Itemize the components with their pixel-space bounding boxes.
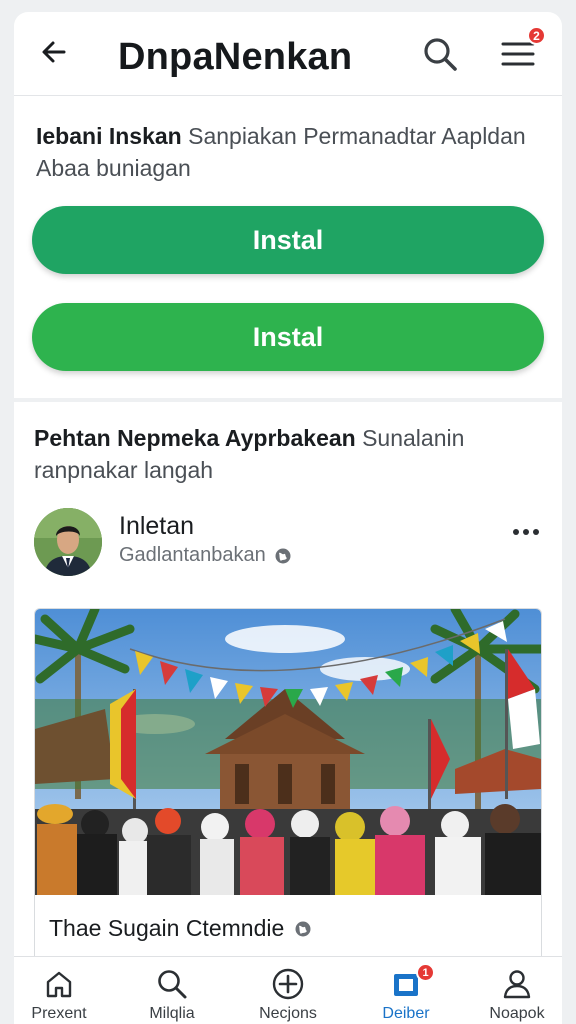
install-section: Iebani Inskan Sanpiakan Permanadtar Aapl… (14, 96, 562, 398)
hamburger-menu-icon (501, 42, 535, 66)
search-button[interactable] (418, 32, 462, 76)
post-photo (35, 609, 541, 895)
search-icon (155, 967, 189, 1001)
author-subtitle: Gadlantanbakan (119, 544, 292, 567)
post-media[interactable]: Thae Sugain Ctemndie (34, 608, 542, 958)
nav-item-home[interactable]: Prexent (4, 957, 114, 1024)
nav-label: Necjons (259, 1005, 317, 1022)
app-header: DnpaNenkan 2 (14, 12, 562, 96)
more-dot-icon (533, 529, 539, 535)
nav-item-search[interactable]: Milqlia (117, 957, 227, 1024)
arrow-left-icon (42, 41, 66, 63)
menu-button[interactable]: 2 (496, 26, 546, 76)
nav-label: Milqlia (149, 1005, 195, 1022)
install-button-primary[interactable]: Instal (32, 206, 544, 274)
install-description: Iebani Inskan Sanpiakan Permanadtar Aapl… (36, 120, 546, 184)
back-button[interactable] (36, 34, 72, 70)
nav-label: Prexent (31, 1005, 87, 1022)
bottom-navigation: Prexent Milqlia Necjons 1 Deiber Noapok (14, 956, 562, 1024)
nav-label: Noapok (489, 1005, 545, 1022)
post-lead: Pehtan Nepmeka Ayprbakean (34, 425, 356, 451)
post-section: Pehtan Nepmeka Ayprbakean Sunalanin ranp… (14, 402, 562, 958)
globe-icon (275, 548, 291, 563)
nav-item-pages[interactable]: 1 Deiber (351, 957, 461, 1024)
more-options-button[interactable] (508, 518, 544, 546)
more-dot-icon (523, 529, 529, 535)
nav-item-create[interactable]: Necjons (233, 957, 343, 1024)
photo-caption-text: Thae Sugain Ctemndie (49, 915, 285, 941)
post-description: Pehtan Nepmeka Ayprbakean Sunalanin ranp… (34, 422, 544, 486)
add-circle-icon (271, 967, 305, 1001)
home-icon (42, 967, 76, 1001)
nav-label: Deiber (382, 1005, 430, 1022)
photo-caption: Thae Sugain Ctemndie (49, 915, 312, 942)
author-subtitle-text: Gadlantanbakan (119, 544, 266, 566)
nav-item-profile[interactable]: Noapok (462, 957, 572, 1024)
search-icon (424, 38, 457, 71)
nav-badge: 1 (416, 963, 435, 982)
install-lead: Iebani Inskan (36, 123, 182, 149)
notification-badge: 2 (527, 26, 546, 45)
app-title: DnpaNenkan (118, 36, 353, 78)
more-dot-icon (513, 529, 519, 535)
install-button-secondary[interactable]: Instal (32, 303, 544, 371)
globe-icon (295, 921, 311, 936)
profile-icon (500, 967, 534, 1001)
avatar[interactable] (34, 508, 102, 576)
author-name[interactable]: Inletan (119, 512, 194, 541)
